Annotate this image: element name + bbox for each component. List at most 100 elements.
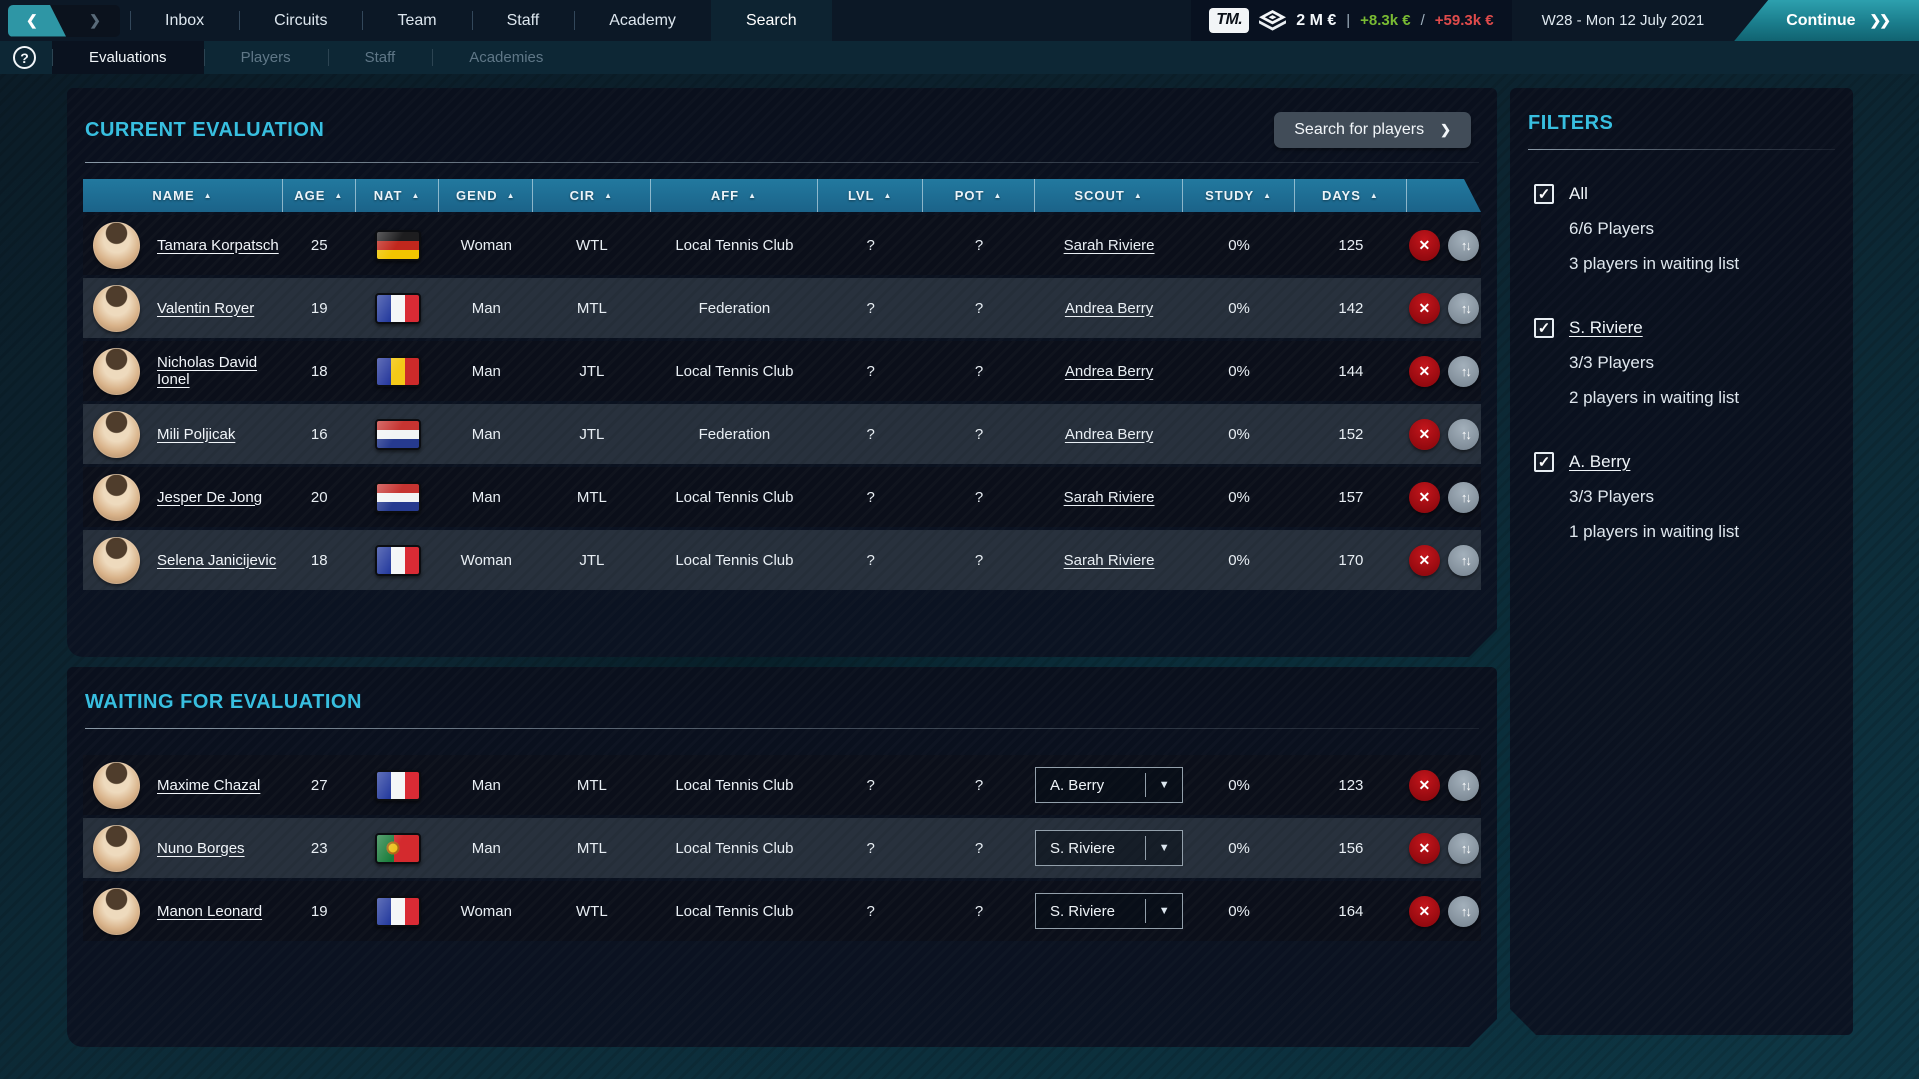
money-weekly-delta: +8.3k € [1360, 12, 1410, 29]
circuit-cell: MTL [533, 300, 650, 317]
remove-button[interactable]: ✕ [1409, 356, 1440, 387]
remove-button[interactable]: ✕ [1409, 482, 1440, 513]
circuit-cell: JTL [533, 363, 650, 380]
column-header[interactable]: STUDY ▲ [1183, 179, 1295, 212]
back-button[interactable]: ❮ [8, 5, 66, 37]
chevron-down-icon: ▼ [1146, 842, 1182, 854]
checkbox-checked-icon[interactable]: ✓ [1534, 318, 1554, 338]
player-name-link[interactable]: Valentin Royer [157, 300, 254, 317]
waiting-evaluation-title: WAITING FOR EVALUATION [85, 691, 362, 714]
checkbox-checked-icon[interactable]: ✓ [1534, 184, 1554, 204]
top-nav-tab[interactable]: Search [711, 0, 832, 41]
scout-name-link[interactable]: Andrea Berry [1065, 300, 1153, 317]
remove-button[interactable]: ✕ [1409, 545, 1440, 576]
age-cell: 23 [283, 840, 356, 857]
remove-button[interactable]: ✕ [1409, 770, 1440, 801]
reorder-button[interactable]: ↑↓ [1448, 770, 1479, 801]
checkbox-checked-icon[interactable]: ✓ [1534, 452, 1554, 472]
scout-dropdown[interactable]: A. Berry ▼ [1035, 767, 1183, 803]
filter-label[interactable]: A. Berry [1569, 452, 1630, 472]
search-for-players-button[interactable]: Search for players ❯ [1274, 112, 1471, 148]
player-name-link[interactable]: Tamara Korpatsch [157, 237, 279, 254]
scout-name-link[interactable]: Andrea Berry [1065, 363, 1153, 380]
top-nav-tab[interactable]: Inbox [130, 0, 239, 41]
remove-button[interactable]: ✕ [1409, 419, 1440, 450]
close-icon: ✕ [1418, 489, 1430, 506]
top-nav: ❮ ❯ Inbox Circuits Team Staff Academy Se… [0, 0, 1919, 41]
reorder-button[interactable]: ↑↓ [1448, 356, 1479, 387]
reorder-button[interactable]: ↑↓ [1448, 293, 1479, 324]
reorder-button[interactable]: ↑↓ [1448, 419, 1479, 450]
scout-name-link[interactable]: Sarah Riviere [1064, 552, 1155, 569]
top-nav-tab[interactable]: Team [362, 0, 471, 41]
subnav-tab[interactable]: Players [204, 41, 328, 74]
column-header[interactable]: NAT ▲ [356, 179, 440, 212]
top-nav-tab[interactable]: Circuits [239, 0, 362, 41]
circuit-cell: MTL [533, 840, 650, 857]
column-header[interactable]: NAME ▲ [83, 179, 283, 212]
nationality-flag [375, 356, 421, 387]
column-header[interactable]: AFF ▲ [651, 179, 819, 212]
column-header-label: NAT [374, 188, 403, 203]
column-header[interactable]: POT ▲ [923, 179, 1035, 212]
column-header[interactable]: SCOUT ▲ [1035, 179, 1183, 212]
table-row: Valentin Royer 19 Man MTL Federation ? ?… [83, 278, 1481, 338]
close-icon: ✕ [1418, 903, 1430, 920]
player-name-link[interactable]: Nicholas David Ionel [157, 354, 283, 388]
reorder-button[interactable]: ↑↓ [1448, 896, 1479, 927]
scout-name-link[interactable]: Sarah Riviere [1064, 489, 1155, 506]
money-separator: | [1346, 12, 1350, 29]
sort-asc-icon: ▲ [411, 191, 420, 200]
player-name-link[interactable]: Maxime Chazal [157, 777, 260, 794]
column-header-label: NAME [152, 188, 194, 203]
column-header-label: SCOUT [1074, 188, 1125, 203]
remove-button[interactable]: ✕ [1409, 293, 1440, 324]
column-header[interactable]: LVL ▲ [818, 179, 923, 212]
reorder-button[interactable]: ↑↓ [1448, 230, 1479, 261]
scout-name-link[interactable]: Andrea Berry [1065, 426, 1153, 443]
column-header[interactable]: CIR ▲ [533, 179, 650, 212]
up-down-arrows-icon: ↑↓ [1461, 841, 1470, 856]
player-name-link[interactable]: Jesper De Jong [157, 489, 262, 506]
column-header[interactable]: DAYS ▲ [1295, 179, 1407, 212]
column-header-label: CIR [570, 188, 595, 203]
scout-name-link[interactable]: Sarah Riviere [1064, 237, 1155, 254]
subnav-tab[interactable]: Staff [328, 41, 433, 74]
reorder-button[interactable]: ↑↓ [1448, 545, 1479, 576]
subnav-tab[interactable]: Evaluations [52, 41, 204, 74]
remove-button[interactable]: ✕ [1409, 230, 1440, 261]
study-cell: 0% [1183, 903, 1295, 920]
column-header[interactable]: AGE ▲ [283, 179, 356, 212]
top-nav-tab-label: Staff [507, 12, 540, 29]
top-nav-tab[interactable]: Staff [472, 0, 575, 41]
forward-button[interactable]: ❯ [70, 5, 120, 37]
filter-label[interactable]: S. Riviere [1569, 318, 1643, 338]
days-cell: 156 [1295, 840, 1407, 857]
player-name-link[interactable]: Mili Poljicak [157, 426, 235, 443]
column-header[interactable]: GEND ▲ [439, 179, 533, 212]
nationality-flag [375, 482, 421, 513]
current-evaluation-panel: CURRENT EVALUATION Search for players ❯ … [67, 88, 1497, 657]
close-icon: ✕ [1418, 552, 1430, 569]
remove-button[interactable]: ✕ [1409, 833, 1440, 864]
player-name-link[interactable]: Nuno Borges [157, 840, 245, 857]
column-header-label: LVL [848, 188, 875, 203]
check-icon: ✓ [1538, 453, 1551, 471]
player-name-link[interactable]: Manon Leonard [157, 903, 262, 920]
scout-dropdown[interactable]: S. Riviere ▼ [1035, 830, 1183, 866]
remove-button[interactable]: ✕ [1409, 896, 1440, 927]
filter-label[interactable]: All [1569, 184, 1588, 204]
subnav-tab-label: Staff [365, 49, 396, 66]
reorder-button[interactable]: ↑↓ [1448, 482, 1479, 513]
scout-dropdown[interactable]: S. Riviere ▼ [1035, 893, 1183, 929]
level-cell: ? [818, 552, 923, 569]
continue-button[interactable]: Continue ❯❯ [1734, 0, 1919, 41]
player-avatar [93, 285, 140, 332]
reorder-button[interactable]: ↑↓ [1448, 833, 1479, 864]
player-name-link[interactable]: Selena Janicijevic [157, 552, 276, 569]
subnav-tab[interactable]: Academies [432, 41, 580, 74]
help-button[interactable]: ? [13, 46, 36, 69]
top-nav-tab[interactable]: Academy [574, 0, 711, 41]
column-header-label: POT [955, 188, 985, 203]
chevron-down-icon: ▼ [1146, 905, 1182, 917]
